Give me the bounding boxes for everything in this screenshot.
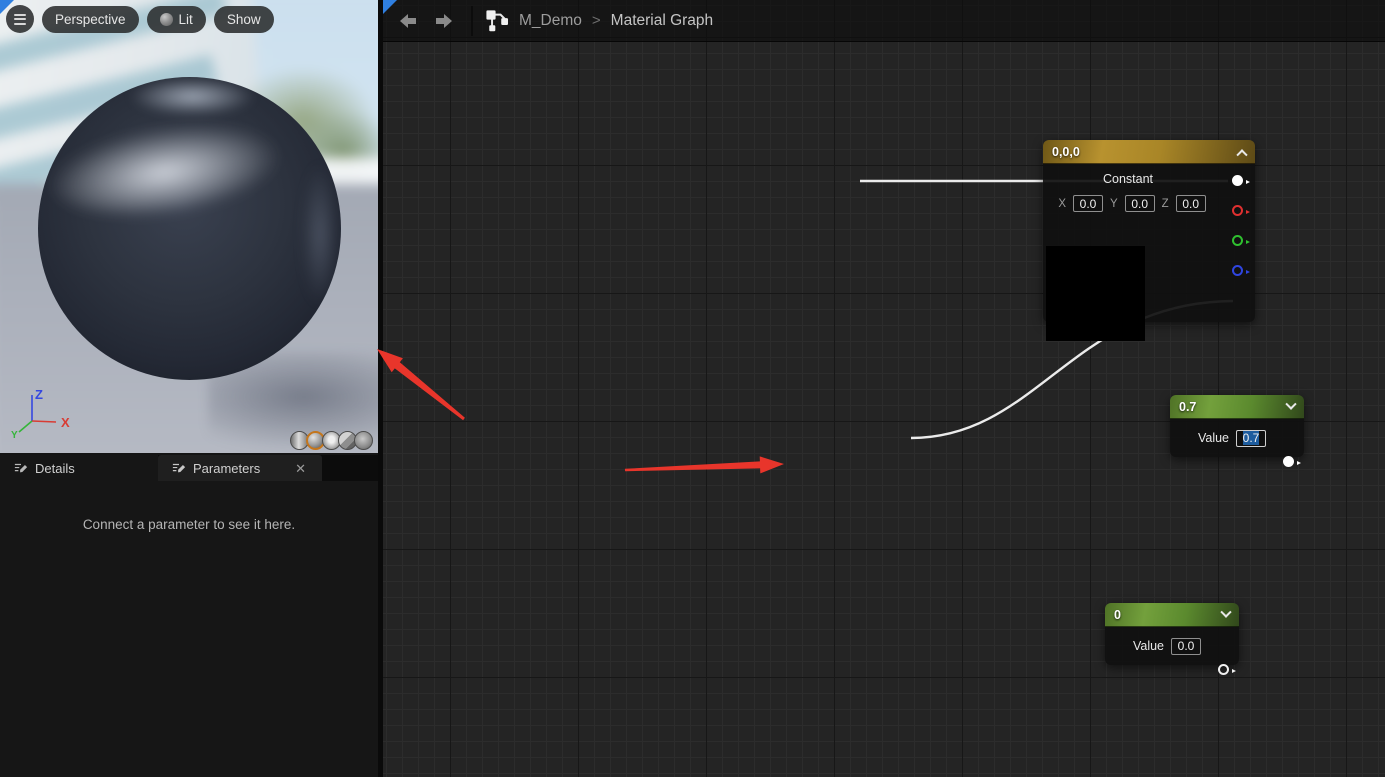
show-button[interactable]: Show <box>214 6 274 33</box>
scalar07-output-pin[interactable] <box>1283 456 1294 467</box>
constant-node-header[interactable]: 0,0,0 <box>1043 140 1255 164</box>
details-pencil-icon <box>14 461 28 475</box>
material-preview-sphere[interactable] <box>38 77 341 380</box>
panel-tab-bar: Details Parameters ✕ <box>0 455 378 481</box>
lit-label: Lit <box>179 12 193 27</box>
parameters-panel-body: Connect a parameter to see it here. <box>0 481 378 777</box>
breadcrumb-separator: > <box>592 12 601 29</box>
parameters-empty-message: Connect a parameter to see it here. <box>0 517 378 532</box>
parameters-pencil-icon <box>172 461 186 475</box>
constant-type-label: Constant <box>1043 172 1213 186</box>
node-scalar-0[interactable]: 0 Value 0.0 <box>1105 603 1239 665</box>
tab-close-icon[interactable]: ✕ <box>293 460 308 477</box>
constant-color-preview[interactable] <box>1046 246 1145 341</box>
tab-parameters[interactable]: Parameters ✕ <box>158 455 322 481</box>
field-y-input[interactable]: 0.0 <box>1125 195 1155 212</box>
preview-shape-buttons <box>293 431 373 450</box>
field-z-input[interactable]: 0.0 <box>1176 195 1206 212</box>
node-graph-icon <box>485 9 509 33</box>
scalar07-node-body: Value 0.7 <box>1170 419 1304 457</box>
toolbar-separator <box>471 6 473 36</box>
viewport-corner-flag <box>0 0 14 14</box>
graph-corner-flag <box>383 0 397 14</box>
breadcrumb: M_Demo > Material Graph <box>519 12 713 30</box>
details-parameters-panel: Details Parameters ✕ Connect a parameter… <box>0 453 378 777</box>
hamburger-menu-icon <box>14 14 26 25</box>
field-y-label: Y <box>1110 198 1118 210</box>
field-z-label: Z <box>1162 198 1169 210</box>
constant-node-body: Constant X 0.0 Y 0.0 Z 0.0 <box>1043 164 1255 322</box>
shape-teapot-button[interactable] <box>354 431 373 450</box>
perspective-button[interactable]: Perspective <box>42 6 139 33</box>
node-scalar-07[interactable]: 0.7 Value 0.7 <box>1170 395 1304 457</box>
breadcrumb-root[interactable]: M_Demo <box>519 12 582 30</box>
sphere-rim-light <box>302 162 338 307</box>
axis-z-label: Z <box>35 387 43 402</box>
tab-details-label: Details <box>35 461 75 476</box>
forward-arrow-icon <box>433 11 455 31</box>
material-editor-window: Perspective Lit Show Z X Y <box>0 0 1385 777</box>
viewport-toolbar: Perspective Lit Show <box>6 5 274 33</box>
scalar0-node-title: 0 <box>1114 608 1121 622</box>
sphere-highlight-band <box>45 108 292 229</box>
material-graph-canvas[interactable]: M_Demo > Material Graph 0,0,0 Constant X… <box>378 0 1385 777</box>
node-constant-vector[interactable]: 0,0,0 Constant X 0.0 Y 0.0 Z 0.0 <box>1043 140 1255 322</box>
expand-chevron-icon[interactable] <box>1220 606 1231 617</box>
perspective-label: Perspective <box>55 12 126 27</box>
preview-viewport[interactable]: Perspective Lit Show Z X Y <box>0 0 378 453</box>
constant-output-pin-r[interactable] <box>1232 205 1243 216</box>
field-x-input[interactable]: 0.0 <box>1073 195 1103 212</box>
scalar07-value-input[interactable]: 0.7 <box>1236 430 1266 447</box>
scalar0-node-header[interactable]: 0 <box>1105 603 1239 627</box>
tab-details[interactable]: Details <box>0 455 158 481</box>
scalar0-node-body: Value 0.0 <box>1105 627 1239 665</box>
constant-fields: X 0.0 Y 0.0 Z 0.0 <box>1043 195 1221 212</box>
back-button[interactable] <box>397 11 419 31</box>
show-label: Show <box>227 12 261 27</box>
lit-mode-button[interactable]: Lit <box>147 6 206 33</box>
scalar0-output-pin[interactable] <box>1218 664 1229 675</box>
collapse-chevron-icon[interactable] <box>1236 149 1247 160</box>
scalar07-node-header[interactable]: 0.7 <box>1170 395 1304 419</box>
constant-output-pin-g[interactable] <box>1232 235 1243 246</box>
scalar0-value-label: Value <box>1133 639 1164 653</box>
axis-y-label: Y <box>11 430 18 441</box>
constant-node-title: 0,0,0 <box>1052 145 1080 159</box>
constant-output-pin-b[interactable] <box>1232 265 1243 276</box>
constant-output-pin-rgb[interactable] <box>1232 175 1243 186</box>
scalar07-value-label: Value <box>1198 431 1229 445</box>
scalar07-node-title: 0.7 <box>1179 400 1196 414</box>
tab-parameters-label: Parameters <box>193 461 260 476</box>
sphere-top-glow <box>129 77 256 116</box>
back-arrow-icon <box>397 11 419 31</box>
field-x-label: X <box>1058 198 1066 210</box>
breadcrumb-current: Material Graph <box>611 12 714 30</box>
lit-sphere-icon <box>160 13 173 26</box>
graph-toolbar: M_Demo > Material Graph <box>383 0 1385 42</box>
scalar0-value-input[interactable]: 0.0 <box>1171 638 1201 655</box>
axis-gizmo: Z X Y <box>8 383 108 441</box>
forward-button[interactable] <box>433 11 455 31</box>
axis-x-label: X <box>61 415 70 430</box>
expand-chevron-icon[interactable] <box>1285 398 1296 409</box>
